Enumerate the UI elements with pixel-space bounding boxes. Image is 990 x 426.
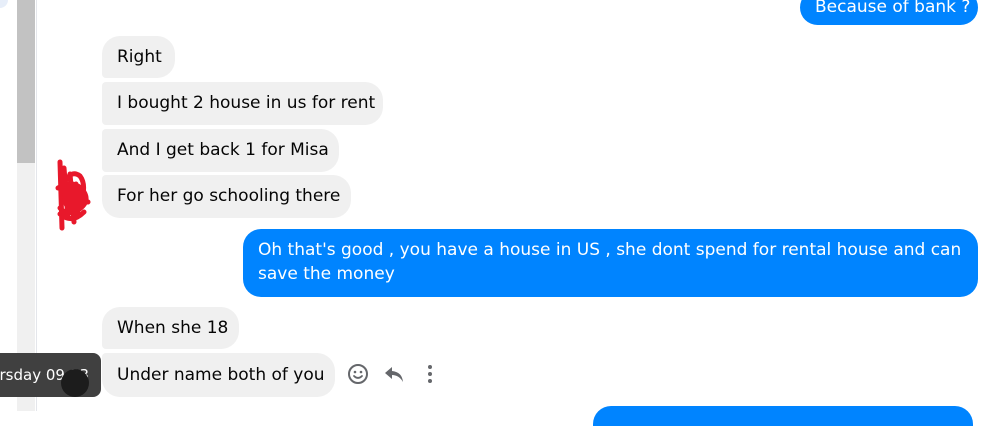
message-actions [345,360,443,388]
incoming-message-bubble[interactable]: And I get back 1 for Misa [102,129,339,172]
message-text: When she 18 [117,318,229,338]
sender-avatar[interactable] [54,158,92,234]
outgoing-message-bubble[interactable]: Because of bank ? [800,0,978,25]
reply-button[interactable] [381,361,407,387]
more-options-button[interactable] [417,361,443,387]
outgoing-message-bubble[interactable]: Oh that's good , you have a house in US … [243,229,978,297]
incoming-message-bubble[interactable]: Under name both of you [102,353,335,397]
message-text: I bought 2 house in us for rent [117,93,376,113]
message-text: Under name both of you [117,365,325,385]
reply-icon [385,367,403,382]
message-text: Because of bank ? [815,0,971,17]
scrollbar-thumb[interactable] [17,0,35,163]
more-dots-icon [428,365,432,383]
message-text: And I get back 1 for Misa [117,140,329,160]
smiley-icon [348,364,368,384]
incoming-message-bubble[interactable]: For her go schooling there [102,175,351,218]
avatar[interactable] [61,369,89,397]
incoming-message-bubble[interactable]: When she 18 [102,307,239,349]
message-text-line: Oh that's good , you have a house in US … [258,240,962,260]
incoming-message-bubble[interactable]: Right [102,36,175,78]
outgoing-message-bubble[interactable] [593,406,973,426]
message-text: Right [117,47,162,67]
incoming-message-bubble[interactable]: I bought 2 house in us for rent [102,82,383,125]
message-text: For her go schooling there [117,186,341,206]
message-text-line: save the money [258,264,395,284]
react-button[interactable] [345,361,371,387]
